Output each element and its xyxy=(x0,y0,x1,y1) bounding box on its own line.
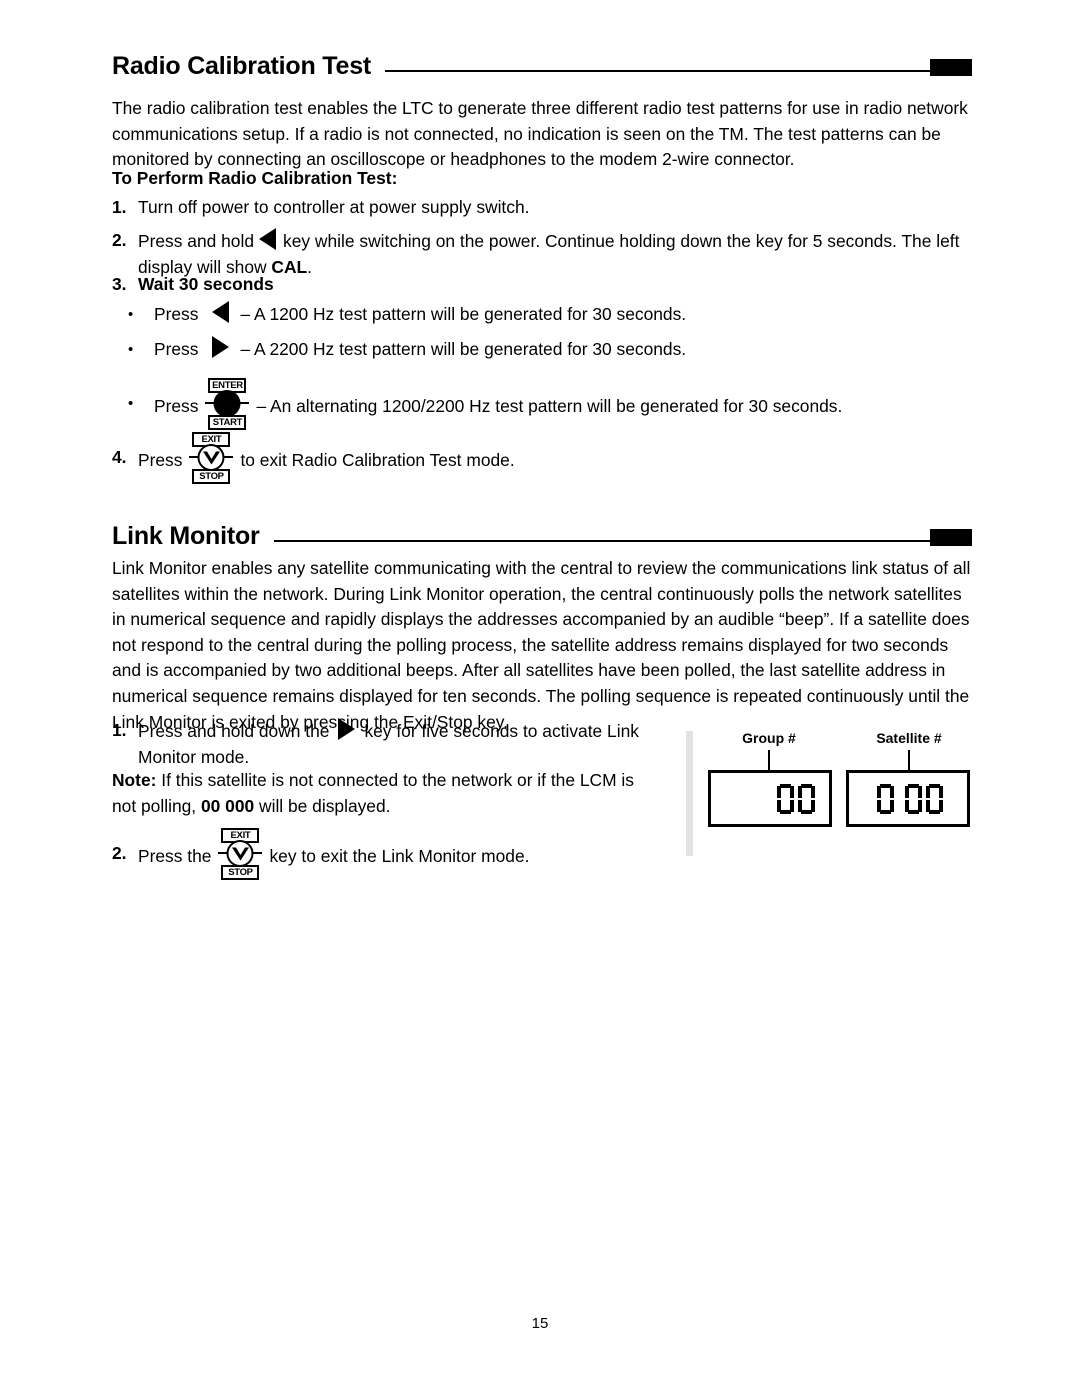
satellite-leader-line xyxy=(908,750,910,772)
step-text: Press the EXIT STOP key to exit the Link Mo… xyxy=(138,828,672,880)
bullet-text: Press – A 1200 Hz test pattern will be ge… xyxy=(154,301,978,328)
bullet-text: Press ENTER START – An alternating 1200/220… xyxy=(154,378,978,430)
radio-step-3: 3. Wait 30 seconds xyxy=(112,272,972,298)
step-number: 3. xyxy=(112,274,127,294)
exit-key-ring xyxy=(226,840,254,867)
step-text: Turn off power to controller at power su… xyxy=(138,197,530,217)
link-monitor-intro-paragraph: Link Monitor enables any satellite commu… xyxy=(112,558,971,732)
satellite-lcd-digits xyxy=(873,783,943,814)
link-step-2: 2. Press the EXIT STOP key to exit the Link… xyxy=(112,828,672,880)
seven-segment-digit xyxy=(798,783,815,814)
start-key-label: START xyxy=(208,415,247,430)
note-label: Note: xyxy=(112,770,157,790)
step-text: Wait 30 seconds xyxy=(138,274,274,294)
left-arrow-key-icon xyxy=(259,228,277,250)
exit-stop-key-icon: EXIT STOP xyxy=(188,432,234,484)
right-arrow-key-icon xyxy=(212,336,230,358)
section-heading-link-monitor: Link Monitor xyxy=(112,524,972,549)
step-text: Press EXIT STOP to exit Radio Calibration T… xyxy=(138,432,972,484)
link-step-1: 1. Press and hold down the key for five s… xyxy=(112,718,652,770)
seven-segment-digit xyxy=(905,783,922,814)
bullet-text: Press – A 2200 Hz test pattern will be ge… xyxy=(154,336,978,363)
exit-key-ring xyxy=(197,444,225,471)
bullet-glyph: • xyxy=(128,305,134,323)
step-text-part-a: Press and hold xyxy=(138,231,255,251)
radio-subheading: To Perform Radio Calibration Test: xyxy=(112,168,398,188)
bullet-glyph: • xyxy=(128,340,134,358)
seven-segment-digit xyxy=(877,783,894,814)
satellite-lcd-box xyxy=(846,770,970,827)
group-lcd-digits xyxy=(773,783,815,814)
heading-end-block xyxy=(930,58,972,76)
heading-rule xyxy=(273,540,930,542)
step-text-part-b: key to exit the Link Monitor mode. xyxy=(269,846,530,866)
left-arrow-key-icon xyxy=(212,301,230,323)
stop-key-label: STOP xyxy=(221,865,260,880)
display-panel-illustration: Group # Satellite # xyxy=(686,720,976,870)
heading-rule xyxy=(385,70,930,72)
group-leader-line xyxy=(768,750,770,772)
heading-end-block xyxy=(930,528,972,546)
step-number: 2. xyxy=(112,843,127,864)
bullet-text-rest: – A 1200 Hz test pattern will be generat… xyxy=(240,304,687,324)
group-lcd-box xyxy=(708,770,832,827)
step-text: Press and hold down the key for five seco… xyxy=(138,718,652,770)
radio-step-4: 4. Press EXIT STOP to exit Radio Calibratio… xyxy=(112,432,972,484)
page-number: 15 xyxy=(531,1315,549,1332)
bullet-text-rest: – A 2200 Hz test pattern will be generat… xyxy=(240,339,687,359)
note-text-part-b: will be displayed. xyxy=(259,795,391,816)
step-number: 1. xyxy=(112,720,127,740)
step-text-part-a: Press the xyxy=(138,846,212,866)
group-number-label: Group # xyxy=(742,730,796,746)
satellite-number-label: Satellite # xyxy=(876,730,942,746)
step-text-part-b: to exit Radio Calibration Test mode. xyxy=(240,450,515,470)
radio-step-1: 1. Turn off power to controller at power… xyxy=(112,195,972,221)
bullet-text-rest: – An alternating 1200/2200 Hz test patte… xyxy=(256,396,843,416)
page-title: Radio Calibration Test xyxy=(112,52,372,80)
step-text-part-a: Press and hold down the xyxy=(138,721,330,741)
step-number: 1. xyxy=(112,197,127,217)
right-arrow-key-icon xyxy=(338,718,356,740)
step-number: 4. xyxy=(112,447,127,468)
bullet-glyph: • xyxy=(128,395,134,413)
document-page: Radio Calibration Test The radio calibra… xyxy=(0,0,1080,1397)
bullet-press-label: Press xyxy=(154,396,199,416)
seven-segment-digit xyxy=(926,783,943,814)
exit-stop-key-icon: EXIT STOP xyxy=(217,828,263,880)
radio-bullet-2: • Press – A 2200 Hz test pattern will be … xyxy=(128,336,978,363)
bullet-press-label: Press xyxy=(154,304,199,324)
seven-segment-digit xyxy=(777,783,794,814)
note-display-value: 00 000 xyxy=(200,795,255,816)
enter-key-knob xyxy=(213,390,241,417)
bullet-press-label: Press xyxy=(154,339,199,359)
section-title-link-monitor: Link Monitor xyxy=(112,522,260,550)
enter-start-key-icon: ENTER START xyxy=(204,378,250,430)
radio-bullet-1: • Press – A 1200 Hz test pattern will be … xyxy=(128,301,978,328)
panel-divider xyxy=(686,731,693,856)
radio-bullet-3: • Press ENTER START – An alternating 1200/2… xyxy=(128,378,978,430)
radio-intro-paragraph: The radio calibration test enables the L… xyxy=(112,98,968,170)
step-text-part-a: Press xyxy=(138,450,183,470)
link-monitor-note: Note: If this satellite is not connected… xyxy=(112,768,652,819)
section-heading-radio-calibration-test: Radio Calibration Test xyxy=(112,54,972,79)
stop-key-label: STOP xyxy=(192,469,231,484)
